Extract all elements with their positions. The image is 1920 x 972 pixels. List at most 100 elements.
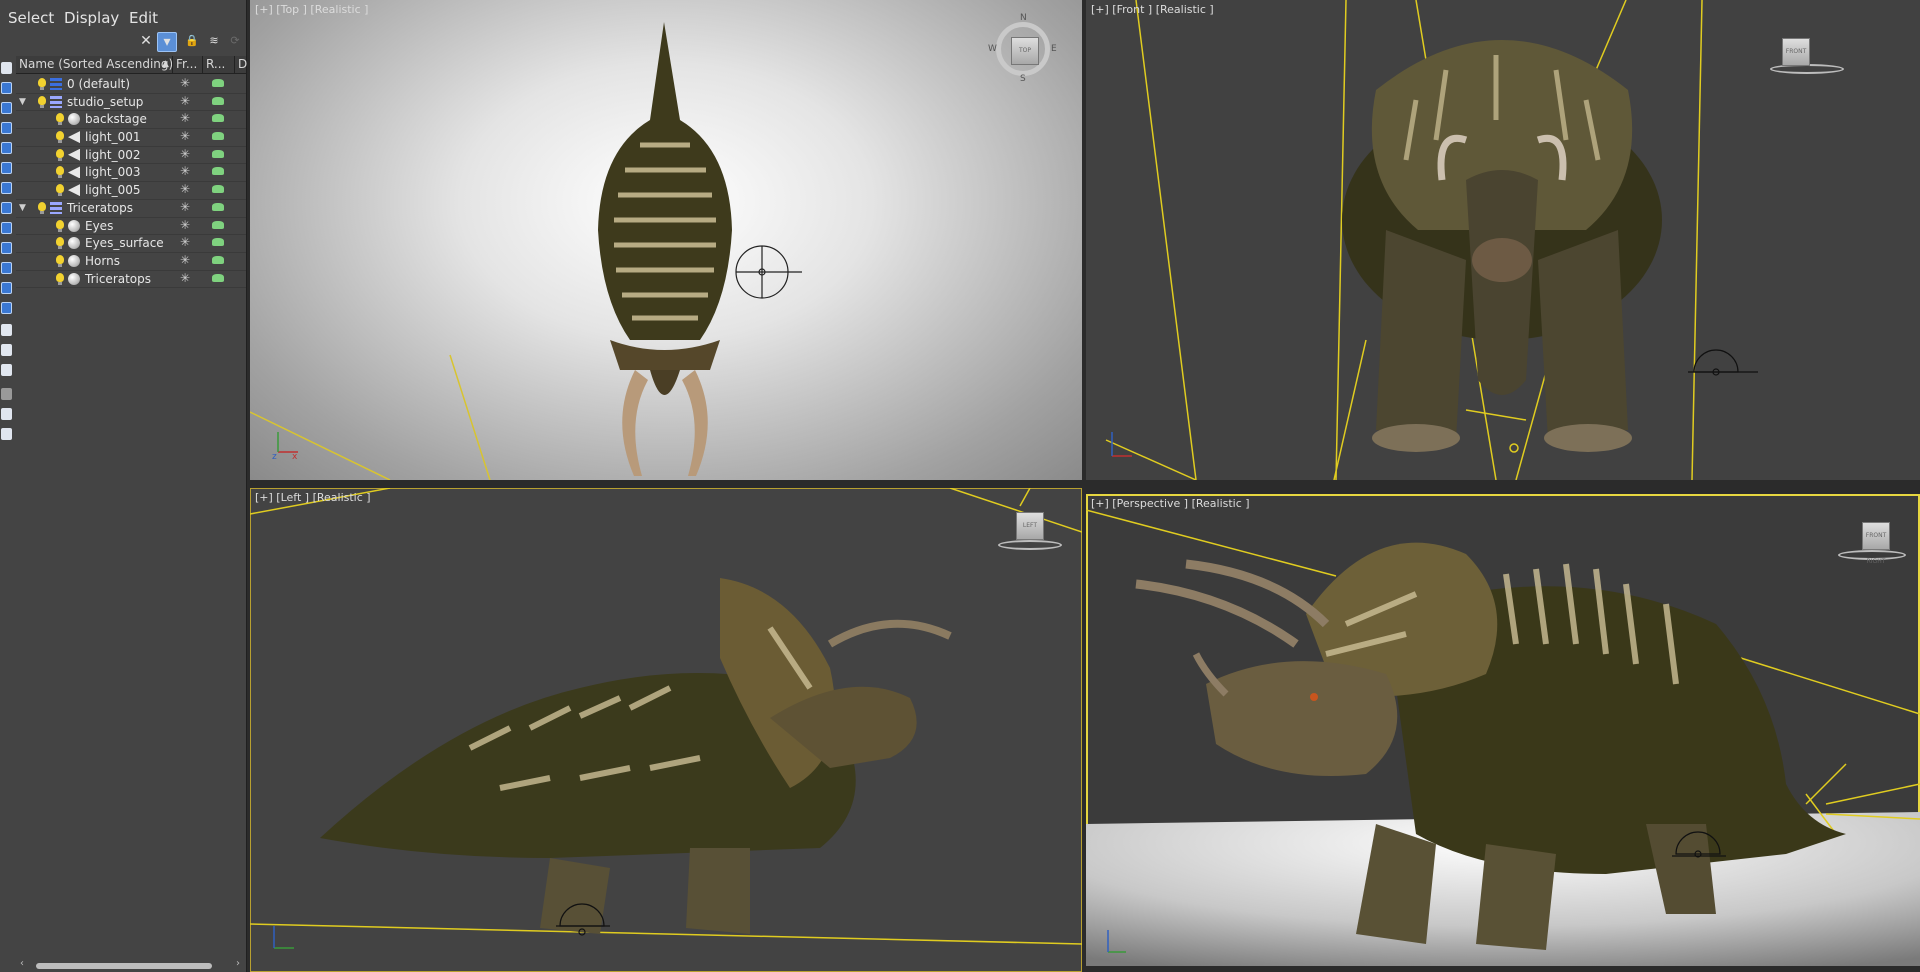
viewcube-perspective[interactable]: FRONT RIGHT	[1862, 522, 1890, 565]
display-hidden-icon[interactable]	[1, 302, 12, 314]
viewcube-front[interactable]: FRONT	[1782, 38, 1810, 66]
explorer-row[interactable]: ▼ Triceratops ✳	[16, 200, 246, 218]
compass-south[interactable]: S	[1020, 74, 1026, 84]
freeze-snowflake-icon[interactable]: ✳	[180, 164, 190, 178]
display-frozen-icon[interactable]	[1, 282, 12, 294]
display-geometry-icon[interactable]	[1, 82, 12, 94]
explorer-row[interactable]: light_001 ✳	[16, 129, 246, 147]
visibility-bulb-icon[interactable]	[56, 131, 64, 144]
renderable-teapot-icon[interactable]	[212, 255, 224, 264]
layers-manage-icon[interactable]: ≋	[205, 32, 223, 50]
freeze-snowflake-icon[interactable]: ✳	[180, 111, 190, 125]
row-label[interactable]: light_005	[85, 183, 141, 197]
visibility-bulb-icon[interactable]	[56, 184, 64, 197]
renderable-teapot-icon[interactable]	[212, 149, 224, 158]
viewport-left-label[interactable]: [+] [Left ] [Realistic ]	[255, 491, 371, 504]
filter-toggle-icon[interactable]: ▾	[157, 32, 177, 52]
freeze-snowflake-icon[interactable]: ✳	[180, 218, 190, 232]
row-label[interactable]: light_003	[85, 165, 141, 179]
display-groups-icon[interactable]	[1, 202, 12, 214]
display-cameras-icon[interactable]	[1, 142, 12, 154]
renderable-teapot-icon[interactable]	[212, 114, 224, 123]
compass-west[interactable]: W	[988, 44, 997, 54]
viewport-left[interactable]: [+] [Left ] [Realistic ] LEFT	[250, 488, 1082, 972]
viewport-perspective[interactable]: [+] [Perspective ] [Realistic ] FRONT RI…	[1086, 494, 1920, 966]
freeze-snowflake-icon[interactable]: ✳	[180, 200, 190, 214]
freeze-snowflake-icon[interactable]: ✳	[180, 235, 190, 249]
viewport-top-label[interactable]: [+] [Top ] [Realistic ]	[255, 3, 368, 16]
select-none-icon[interactable]	[1, 428, 12, 440]
sync-icon[interactable]: ⟳	[226, 32, 244, 50]
select-all-icon[interactable]	[1, 408, 12, 420]
display-all-icon[interactable]	[1, 62, 12, 74]
explorer-row[interactable]: light_005 ✳	[16, 182, 246, 200]
display-containers-icon[interactable]	[1, 262, 12, 274]
freeze-snowflake-icon[interactable]: ✳	[180, 253, 190, 267]
renderable-teapot-icon[interactable]	[212, 132, 224, 141]
row-label[interactable]: Triceratops	[67, 201, 133, 215]
viewport-top[interactable]: [+] [Top ] [Realistic ] x z TOP N S E W	[250, 0, 1082, 480]
row-label[interactable]: studio_setup	[67, 95, 143, 109]
display-spacewarps-icon[interactable]	[1, 182, 12, 194]
scroll-left-icon[interactable]: ‹	[20, 958, 24, 969]
explorer-row[interactable]: Eyes ✳	[16, 218, 246, 236]
viewport-perspective-label[interactable]: [+] [Perspective ] [Realistic ]	[1091, 497, 1250, 510]
explorer-row[interactable]: light_002 ✳	[16, 147, 246, 165]
display-lights-icon[interactable]	[1, 122, 12, 134]
visibility-bulb-icon[interactable]	[56, 254, 64, 267]
explorer-row[interactable]: Horns ✳	[16, 253, 246, 271]
viewcube-ring-left[interactable]	[998, 540, 1062, 550]
display-shapes-icon[interactable]	[1, 102, 12, 114]
display-dependents-icon[interactable]	[1, 364, 12, 376]
visibility-bulb-icon[interactable]	[56, 219, 64, 232]
compass-east[interactable]: E	[1051, 44, 1057, 54]
column-frozen-header[interactable]: Fr...	[176, 57, 197, 71]
compass-north[interactable]: N	[1020, 13, 1027, 23]
lock-icon[interactable]: 🔒	[183, 32, 201, 50]
row-label[interactable]: backstage	[85, 112, 147, 126]
menu-display[interactable]: Display	[64, 9, 119, 27]
freeze-snowflake-icon[interactable]: ✳	[180, 182, 190, 196]
display-xrefs-icon[interactable]	[1, 222, 12, 234]
freeze-snowflake-icon[interactable]: ✳	[180, 271, 190, 285]
viewport-front[interactable]: [+] [Front ] [Realistic ] FRONT	[1086, 0, 1920, 480]
filter-funnel-icon[interactable]	[1, 388, 12, 400]
explorer-row[interactable]: ▼ studio_setup ✳	[16, 94, 246, 112]
row-label[interactable]: Eyes	[85, 219, 113, 233]
scrollbar-thumb[interactable]	[36, 963, 212, 969]
column-extra-header[interactable]: D	[238, 57, 247, 71]
row-label[interactable]: 0 (default)	[67, 77, 130, 91]
column-renderable-header[interactable]: R...	[206, 57, 225, 71]
viewcube-left[interactable]: LEFT	[1016, 512, 1044, 540]
freeze-snowflake-icon[interactable]: ✳	[180, 76, 190, 90]
expand-toggle-icon[interactable]: ▼	[19, 97, 26, 107]
display-bones-icon[interactable]	[1, 242, 12, 254]
visibility-bulb-icon[interactable]	[38, 201, 46, 214]
visibility-bulb-icon[interactable]	[38, 95, 46, 108]
freeze-snowflake-icon[interactable]: ✳	[180, 129, 190, 143]
viewcube-top[interactable]: TOP	[1011, 37, 1039, 65]
display-children-icon[interactable]	[1, 324, 12, 336]
menu-select[interactable]: Select	[8, 9, 54, 27]
scroll-right-icon[interactable]: ›	[236, 958, 240, 969]
renderable-teapot-icon[interactable]	[212, 220, 224, 229]
clear-search-icon[interactable]: ✕	[137, 32, 155, 50]
row-label[interactable]: Triceratops	[85, 272, 151, 286]
row-label[interactable]: light_002	[85, 148, 141, 162]
expand-toggle-icon[interactable]: ▼	[19, 203, 26, 213]
row-label[interactable]: Eyes_surface	[85, 236, 164, 250]
renderable-teapot-icon[interactable]	[212, 79, 224, 87]
viewport-front-label[interactable]: [+] [Front ] [Realistic ]	[1091, 3, 1214, 16]
visibility-bulb-icon[interactable]	[56, 237, 64, 250]
row-label[interactable]: Horns	[85, 254, 120, 268]
display-influences-icon[interactable]	[1, 344, 12, 356]
freeze-snowflake-icon[interactable]: ✳	[180, 147, 190, 161]
visibility-bulb-icon[interactable]	[56, 166, 64, 179]
renderable-teapot-icon[interactable]	[212, 96, 224, 105]
visibility-bulb-icon[interactable]	[56, 148, 64, 161]
renderable-teapot-icon[interactable]	[212, 167, 224, 176]
freeze-snowflake-icon[interactable]: ✳	[180, 94, 190, 108]
explorer-row[interactable]: Triceratops ✳	[16, 271, 246, 289]
explorer-row[interactable]: Eyes_surface ✳	[16, 235, 246, 253]
visibility-bulb-icon[interactable]	[56, 113, 64, 126]
